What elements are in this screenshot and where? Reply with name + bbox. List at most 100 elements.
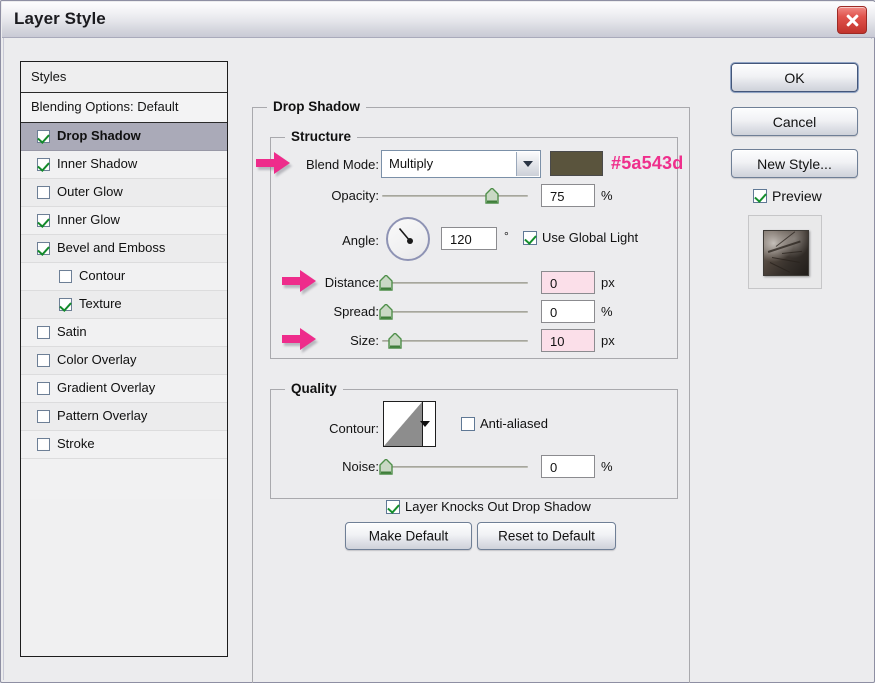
style-label: Drop Shadow	[57, 128, 141, 143]
close-icon[interactable]	[837, 6, 867, 34]
spread-label: Spread:	[314, 304, 379, 319]
window-title: Layer Style	[14, 9, 106, 29]
styles-header-label: Styles	[31, 69, 66, 84]
distance-unit: px	[601, 275, 615, 290]
angle-dial[interactable]	[386, 217, 430, 261]
ok-button[interactable]: OK	[731, 63, 858, 92]
checkbox-satin[interactable]	[37, 326, 50, 339]
size-label: Size:	[314, 333, 379, 348]
noise-slider-track	[382, 466, 528, 468]
shadow-color-swatch[interactable]	[550, 151, 603, 176]
size-input[interactable]: 10	[541, 329, 595, 352]
style-label: Satin	[57, 324, 87, 339]
use-global-light-label: Use Global Light	[542, 230, 638, 245]
checkbox-pattern-overlay[interactable]	[37, 410, 50, 423]
style-label: Contour	[79, 268, 125, 283]
style-label: Gradient Overlay	[57, 380, 155, 395]
checkbox-bevel-and-emboss[interactable]	[37, 242, 50, 255]
opacity-slider-thumb[interactable]	[485, 188, 499, 204]
size-slider-thumb[interactable]	[388, 333, 402, 349]
style-row-stroke[interactable]: Stroke	[21, 431, 227, 459]
checkbox-color-overlay[interactable]	[37, 354, 50, 367]
knockout-label: Layer Knocks Out Drop Shadow	[405, 499, 591, 514]
noise-slider-thumb[interactable]	[379, 459, 393, 475]
use-global-light-box[interactable]	[523, 231, 537, 245]
reset-to-default-button[interactable]: Reset to Default	[477, 522, 616, 550]
spread-slider-thumb[interactable]	[379, 304, 393, 320]
style-label: Inner Glow	[57, 212, 120, 227]
style-row-texture[interactable]: Texture	[21, 291, 227, 319]
blending-options-row[interactable]: Blending Options: Default	[21, 93, 227, 123]
size-slider[interactable]	[382, 332, 528, 350]
blending-options-label: Blending Options: Default	[31, 99, 178, 114]
checkbox-texture[interactable]	[59, 298, 72, 311]
style-label: Texture	[79, 296, 122, 311]
pointer-arrow-icon-distance	[282, 270, 316, 292]
contour-curve-preview	[384, 402, 423, 446]
quality-group-title: Quality	[285, 381, 343, 396]
spread-input[interactable]: 0	[541, 300, 595, 323]
style-row-contour[interactable]: Contour	[21, 263, 227, 291]
style-row-inner-glow[interactable]: Inner Glow	[21, 207, 227, 235]
size-slider-track	[382, 340, 528, 342]
blend-mode-value: Multiply	[389, 156, 433, 171]
contour-label: Contour:	[309, 421, 379, 436]
preview-box[interactable]	[753, 189, 767, 203]
distance-slider-thumb[interactable]	[379, 275, 393, 291]
checkbox-drop-shadow[interactable]	[37, 130, 50, 143]
style-row-bevel-and-emboss[interactable]: Bevel and Emboss	[21, 235, 227, 263]
style-row-inner-shadow[interactable]: Inner Shadow	[21, 151, 227, 179]
angle-input[interactable]: 120	[441, 227, 497, 250]
noise-input[interactable]: 0	[541, 455, 595, 478]
checkbox-gradient-overlay[interactable]	[37, 382, 50, 395]
spread-slider-track	[382, 311, 528, 313]
style-row-satin[interactable]: Satin	[21, 319, 227, 347]
preview-thumbnail-image	[763, 230, 809, 276]
noise-value: 0	[550, 460, 557, 475]
distance-input[interactable]: 0	[541, 271, 595, 294]
anti-aliased-box[interactable]	[461, 417, 475, 431]
checkbox-inner-shadow[interactable]	[37, 158, 50, 171]
layer-style-dialog-screen: Layer Style Styles Blending Options: Def…	[0, 0, 875, 683]
new-style-button[interactable]: New Style...	[731, 149, 858, 178]
spread-slider[interactable]	[382, 303, 528, 321]
checkbox-inner-glow[interactable]	[37, 214, 50, 227]
dialog-body: Styles Blending Options: Default Drop Sh…	[4, 39, 873, 681]
shadow-color-hex-annotation: #5a543d	[611, 153, 683, 174]
knockout-box[interactable]	[386, 500, 400, 514]
style-row-color-overlay[interactable]: Color Overlay	[21, 347, 227, 375]
layer-style-window: Layer Style Styles Blending Options: Def…	[0, 0, 875, 683]
distance-slider-track	[382, 282, 528, 284]
style-row-gradient-overlay[interactable]: Gradient Overlay	[21, 375, 227, 403]
opacity-input[interactable]: 75	[541, 184, 595, 207]
blend-mode-label: Blend Mode:	[289, 157, 379, 172]
style-row-outer-glow[interactable]: Outer Glow	[21, 179, 227, 207]
contour-picker[interactable]	[383, 401, 436, 447]
style-label: Color Overlay	[57, 352, 136, 367]
quality-group: Quality	[270, 389, 678, 499]
checkbox-stroke[interactable]	[37, 438, 50, 451]
preview-thumbnail-frame	[748, 215, 822, 289]
angle-label: Angle:	[289, 233, 379, 248]
pointer-arrow-icon-blend-mode	[256, 152, 290, 174]
chevron-down-icon[interactable]	[516, 152, 539, 176]
noise-slider[interactable]	[382, 458, 528, 476]
checkbox-contour[interactable]	[59, 270, 72, 283]
structure-group-title: Structure	[285, 129, 357, 144]
angle-value: 120	[450, 232, 472, 247]
opacity-unit: %	[601, 188, 613, 203]
spread-value: 0	[550, 305, 557, 320]
distance-slider[interactable]	[382, 274, 528, 292]
preview-label: Preview	[772, 188, 822, 204]
opacity-slider[interactable]	[382, 187, 528, 205]
blend-mode-select[interactable]: Multiply	[381, 150, 541, 178]
style-row-pattern-overlay[interactable]: Pattern Overlay	[21, 403, 227, 431]
chevron-down-icon[interactable]	[420, 421, 430, 427]
distance-label: Distance:	[314, 275, 379, 290]
cancel-button[interactable]: Cancel	[731, 107, 858, 136]
checkbox-outer-glow[interactable]	[37, 186, 50, 199]
style-row-drop-shadow[interactable]: Drop Shadow	[21, 123, 227, 151]
make-default-button[interactable]: Make Default	[345, 522, 472, 550]
size-unit: px	[601, 333, 615, 348]
pointer-arrow-icon-size	[282, 328, 316, 350]
